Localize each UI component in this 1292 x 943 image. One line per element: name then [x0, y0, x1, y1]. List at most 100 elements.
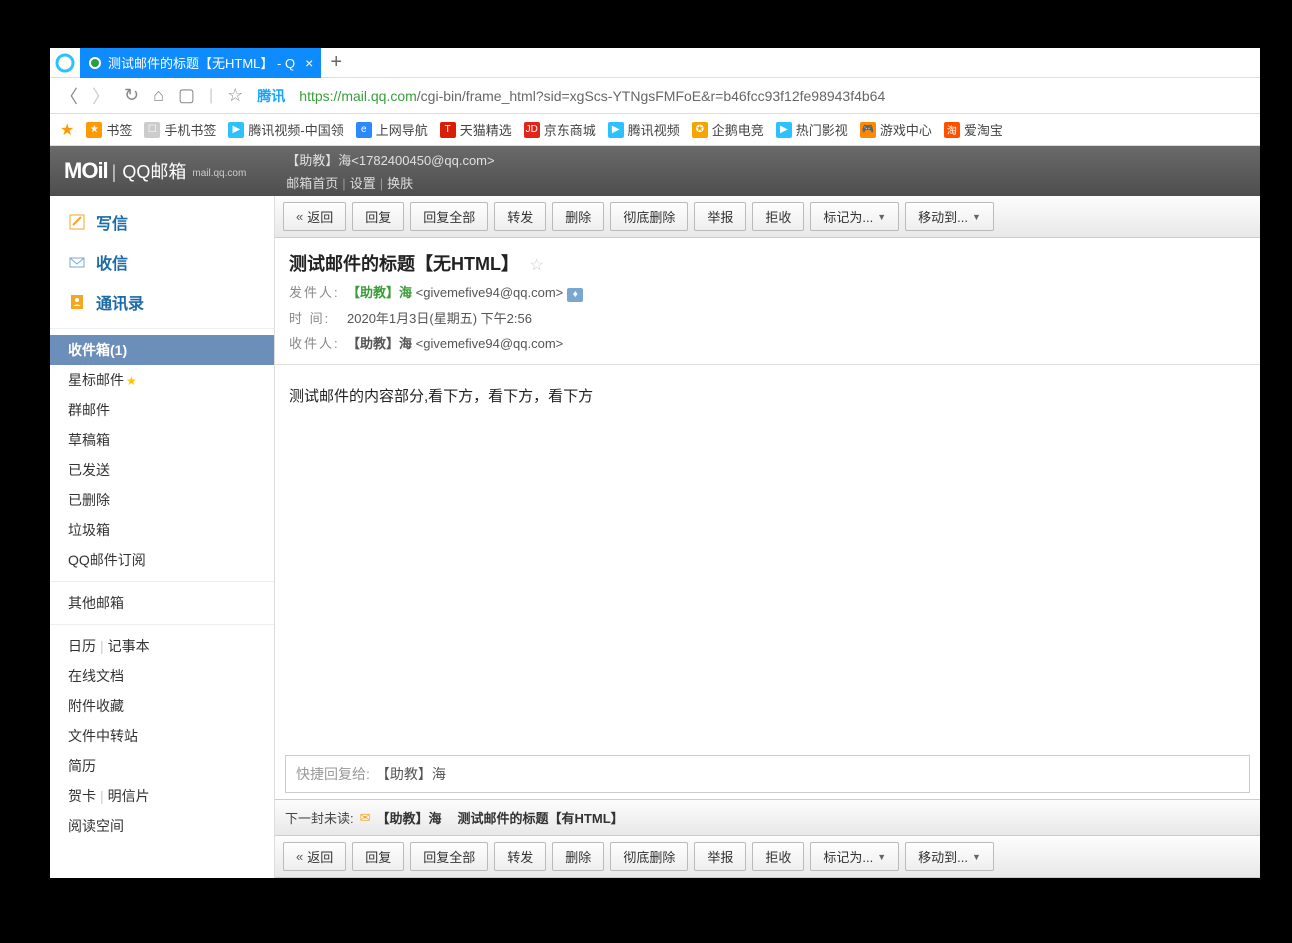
quick-reply-name: 【助教】海 — [376, 764, 446, 784]
sidebar-link[interactable]: 阅读空间 — [50, 811, 274, 841]
bookmark-icon: ★ — [86, 122, 102, 138]
delete-button[interactable]: 删除 — [552, 202, 604, 231]
sidebar-link[interactable]: 日历 — [68, 638, 96, 654]
bookmark-icon: ☐ — [144, 122, 160, 138]
reject-button[interactable]: 拒收 — [752, 202, 804, 231]
contact-card-icon[interactable]: ♦ — [567, 288, 583, 302]
report-button[interactable]: 举报 — [694, 842, 746, 871]
subject: 测试邮件的标题【无HTML】 — [289, 254, 519, 274]
bookmark-item[interactable]: ★书签 — [86, 120, 132, 139]
bookmark-item[interactable]: T天猫精选 — [440, 120, 512, 139]
bookmark-item[interactable]: ▶热门影视 — [776, 120, 848, 139]
header-link[interactable]: 设置 — [350, 176, 376, 191]
bookmark-icon: JD — [524, 122, 540, 138]
bookmark-item[interactable]: 🎮游戏中心 — [860, 120, 932, 139]
sidebar-folder[interactable]: QQ邮件订阅 — [50, 545, 274, 575]
folder-label: 群邮件 — [68, 402, 110, 418]
bookmark-label: 书签 — [106, 120, 132, 139]
message-body: 测试邮件的内容部分,看下方，看下方，看下方 — [275, 365, 1260, 749]
button-label: 拒收 — [765, 847, 791, 866]
sidebar-link[interactable]: 在线文档 — [50, 661, 274, 691]
bookmark-label: 天猫精选 — [460, 120, 512, 139]
from-name[interactable]: 【助教】海 — [347, 285, 412, 300]
sidebar-folder[interactable]: 已发送 — [50, 455, 274, 485]
back-button[interactable]: 返回 — [283, 842, 346, 871]
forward-button[interactable]: 〉 — [92, 83, 110, 109]
button-label: 举报 — [707, 207, 733, 226]
forward-button[interactable]: 转发 — [494, 202, 546, 231]
next-unread-label: 下一封未读: — [285, 808, 354, 827]
sidebar-folder[interactable]: 垃圾箱 — [50, 515, 274, 545]
toolbar-bottom: 返回回复回复全部转发删除彻底删除举报拒收标记为...▼移动到...▼ — [275, 836, 1260, 878]
delete-forever-button[interactable]: 彻底删除 — [610, 202, 688, 231]
sidebar-link[interactable]: 贺卡 — [68, 788, 96, 804]
sidebar-folder[interactable]: 收件箱(1) — [50, 335, 274, 365]
sidebar-folder[interactable]: 星标邮件★ — [50, 365, 274, 395]
sidebar-link[interactable]: 明信片 — [108, 788, 150, 804]
sidebar-folder[interactable]: 草稿箱 — [50, 425, 274, 455]
mark-as-button[interactable]: 标记为...▼ — [810, 842, 899, 871]
to-name[interactable]: 【助教】海 — [347, 336, 412, 351]
reload-button[interactable]: ↻ — [124, 85, 139, 106]
move-to-button[interactable]: 移动到...▼ — [905, 842, 994, 871]
logo-sub: QQ邮箱 — [122, 158, 186, 184]
sidebar-link[interactable]: 记事本 — [108, 638, 150, 654]
back-button[interactable]: 返回 — [283, 202, 346, 231]
logo-text: MOil — [64, 158, 108, 184]
url-display[interactable]: https://mail.qq.com/cgi-bin/frame_html?s… — [299, 88, 885, 104]
header-link[interactable]: 换肤 — [387, 176, 413, 191]
move-to-button[interactable]: 移动到...▼ — [905, 202, 994, 231]
reject-button[interactable]: 拒收 — [752, 842, 804, 871]
bookmark-icon: e — [356, 122, 372, 138]
reply-button[interactable]: 回复 — [352, 202, 404, 231]
bookmark-item[interactable]: ▶腾讯视频 — [608, 120, 680, 139]
bookmark-icon: 淘 — [944, 122, 960, 138]
quick-reply[interactable]: 快捷回复给: 【助教】海 — [285, 755, 1250, 793]
bookmark-item[interactable]: ▶腾讯视频-中国领 — [228, 120, 343, 139]
report-button[interactable]: 举报 — [694, 202, 746, 231]
sidebar-folder[interactable]: 群邮件 — [50, 395, 274, 425]
reply-all-button[interactable]: 回复全部 — [410, 842, 488, 871]
to-label: 收件人: — [289, 333, 347, 352]
sidebar-tools-row1: 日历|记事本 — [50, 631, 274, 661]
next-unread-bar[interactable]: 下一封未读: ✉ 【助教】海 测试邮件的标题【有HTML】 — [275, 799, 1260, 836]
bookmark-icon: T — [440, 122, 456, 138]
delete-button[interactable]: 删除 — [552, 842, 604, 871]
compose-icon — [68, 213, 86, 231]
bookmark-item[interactable]: 淘爱淘宝 — [944, 120, 1003, 139]
sidebar-folder[interactable]: 已删除 — [50, 485, 274, 515]
sidebar-link[interactable]: 文件中转站 — [50, 721, 274, 751]
mark-as-button[interactable]: 标记为...▼ — [810, 202, 899, 231]
sidebar-link[interactable]: 附件收藏 — [50, 691, 274, 721]
sidebar-link[interactable]: 简历 — [50, 751, 274, 781]
tab-close-icon[interactable]: × — [305, 55, 313, 71]
star-toggle-icon[interactable]: ☆ — [529, 257, 543, 274]
header-link[interactable]: 邮箱首页 — [286, 176, 338, 191]
bookmark-item[interactable]: ✪企鹅电竞 — [692, 120, 764, 139]
button-label: 转发 — [507, 207, 533, 226]
sidebar-tools-row3: 贺卡|明信片 — [50, 781, 274, 811]
star-icon[interactable]: ☆ — [227, 85, 243, 106]
bookmark-item[interactable]: ☐手机书签 — [144, 120, 216, 139]
forward-button[interactable]: 转发 — [494, 842, 546, 871]
sidebar-action-compose[interactable]: 写信 — [50, 202, 274, 242]
message-header: 测试邮件的标题【无HTML】 ☆ 发件人: 【助教】海 <givemefive9… — [275, 238, 1260, 365]
reply-all-button[interactable]: 回复全部 — [410, 202, 488, 231]
sidebar-action-inbox[interactable]: 收信 — [50, 242, 274, 282]
inbox-icon — [68, 253, 86, 271]
bookmark-item[interactable]: JD京东商城 — [524, 120, 596, 139]
reply-button[interactable]: 回复 — [352, 842, 404, 871]
new-tab-button[interactable]: + — [321, 48, 351, 78]
button-label: 返回 — [307, 207, 333, 226]
reader-icon[interactable]: ▢ — [178, 85, 195, 106]
back-button[interactable]: 〈 — [60, 83, 78, 109]
tab-bar: 测试邮件的标题【无HTML】 - Q × + — [50, 48, 1260, 78]
sidebar-other-mailbox[interactable]: 其他邮箱 — [50, 588, 274, 618]
button-label: 彻底删除 — [623, 207, 675, 226]
home-button[interactable]: ⌂ — [153, 85, 164, 106]
browser-tab-active[interactable]: 测试邮件的标题【无HTML】 - Q × — [80, 48, 321, 78]
bookmark-item[interactable]: e上网导航 — [356, 120, 428, 139]
sidebar-action-contacts[interactable]: 通讯录 — [50, 282, 274, 322]
button-label: 标记为... — [823, 847, 873, 866]
delete-forever-button[interactable]: 彻底删除 — [610, 842, 688, 871]
